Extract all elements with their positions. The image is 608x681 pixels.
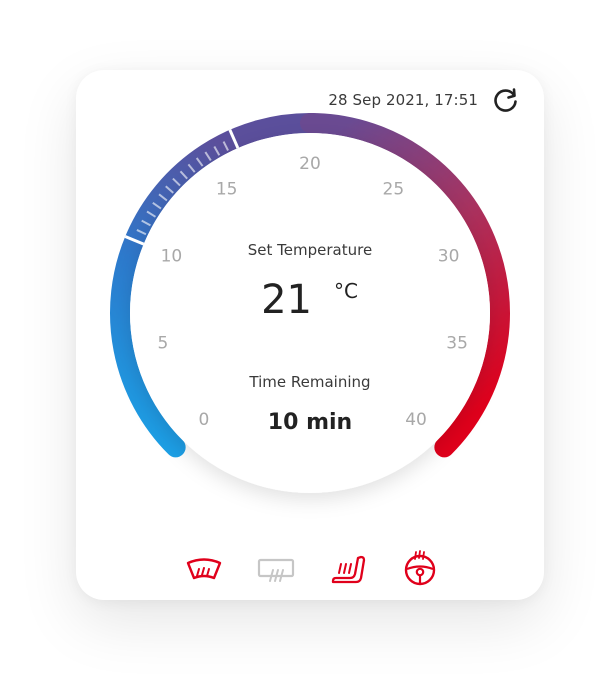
dial-scale-label: 40	[405, 410, 427, 430]
seat-heat-icon	[331, 555, 366, 584]
temperature-dial[interactable]: 0 5 10 15 20 25 30 35 40 Set Temperature 21 °C T…	[76, 70, 544, 600]
windshield-heat-icon	[186, 558, 222, 580]
dial-scale-label: 5	[157, 333, 168, 353]
dial-scale-label: 25	[383, 179, 405, 199]
temperature-value: 21	[261, 277, 312, 323]
steering-wheel-heat-icon	[404, 550, 436, 586]
windshield-defrost-button[interactable]	[182, 548, 226, 592]
dial-scale-label: 10	[161, 247, 183, 267]
climate-card: 28 Sep 2021, 17:51 0 5 10 15 20 25 30 35…	[76, 70, 544, 600]
dial-scale-label: 20	[299, 154, 321, 174]
rear-window-defrost-button[interactable]	[254, 548, 298, 592]
set-temperature-label: Set Temperature	[248, 241, 372, 259]
steering-wheel-heating-button[interactable]	[398, 546, 442, 590]
temperature-unit: °C	[334, 279, 358, 303]
time-remaining-label: Time Remaining	[248, 373, 370, 391]
seat-heating-button[interactable]	[326, 548, 370, 592]
dial-scale-label: 0	[199, 410, 210, 430]
heating-controls	[76, 542, 544, 598]
time-remaining-value: 10 min	[268, 410, 352, 435]
dial-scale-label: 35	[446, 333, 468, 353]
rear-window-heat-icon	[257, 558, 295, 582]
dial-scale-label: 15	[216, 179, 238, 199]
dial-scale-label: 30	[438, 247, 460, 267]
